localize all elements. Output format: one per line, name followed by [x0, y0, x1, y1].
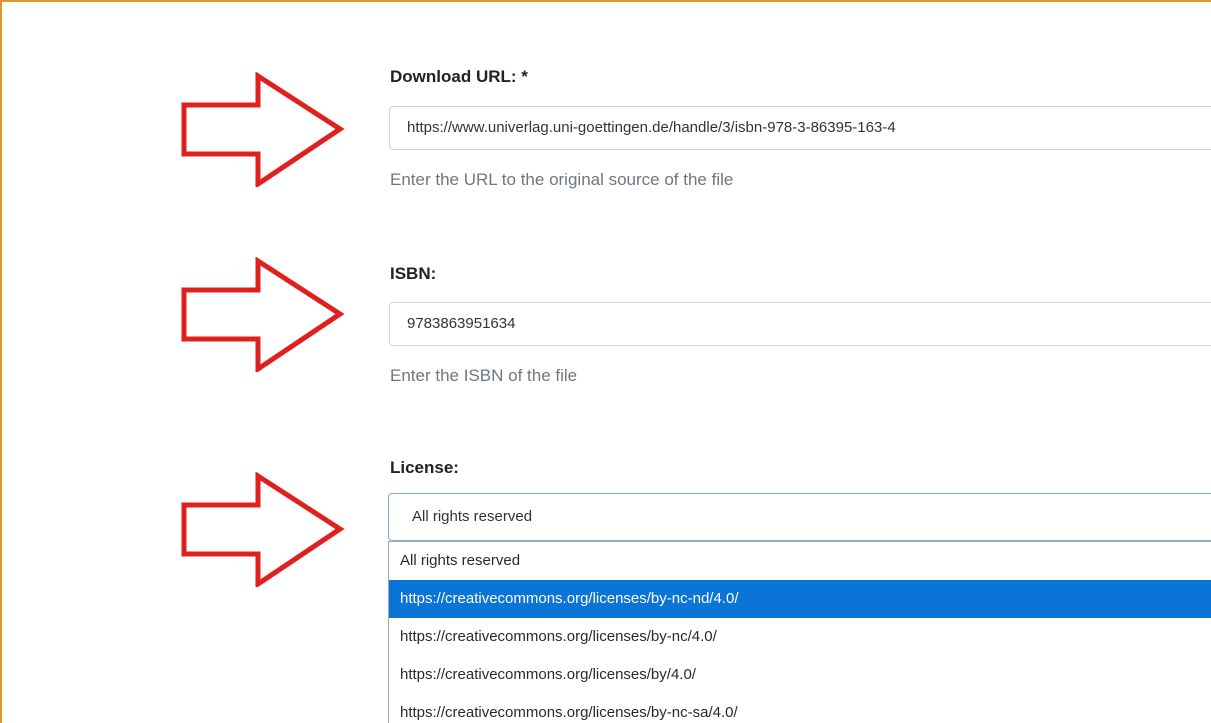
license-option[interactable]: https://creativecommons.org/licenses/by-…: [389, 618, 1211, 656]
isbn-input[interactable]: 9783863951634: [389, 302, 1211, 346]
license-dropdown-list: All rights reserved https://creativecomm…: [388, 541, 1211, 723]
isbn-label: ISBN:: [390, 264, 437, 283]
isbn-help-text: Enter the ISBN of the file: [390, 366, 578, 385]
annotation-arrow-icon: [181, 257, 345, 372]
license-option[interactable]: https://creativecommons.org/licenses/by/…: [389, 656, 1211, 694]
download-url-input[interactable]: https://www.univerlag.uni-goettingen.de/…: [389, 106, 1211, 150]
annotation-arrow-icon: [181, 472, 345, 587]
license-option[interactable]: https://creativecommons.org/licenses/by-…: [389, 694, 1211, 723]
license-select[interactable]: All rights reserved: [388, 493, 1211, 541]
screenshot-frame: Download URL: * https://www.univerlag.un…: [0, 0, 1211, 723]
license-label: License:: [390, 458, 459, 477]
license-option-highlighted[interactable]: https://creativecommons.org/licenses/by-…: [389, 580, 1211, 618]
annotation-arrow-icon: [181, 72, 345, 187]
download-url-help-text: Enter the URL to the original source of …: [390, 170, 734, 189]
license-option[interactable]: All rights reserved: [389, 542, 1211, 580]
download-url-label: Download URL: *: [390, 67, 528, 86]
